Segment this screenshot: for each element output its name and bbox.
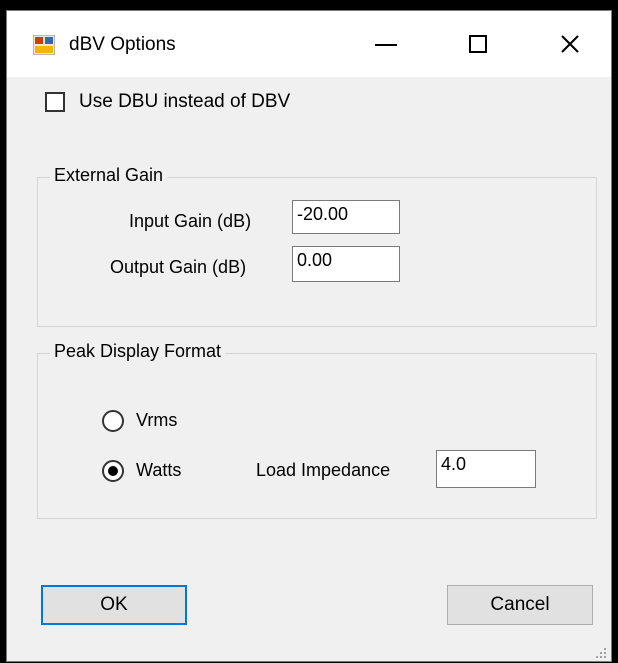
- external-gain-legend: External Gain: [50, 165, 168, 186]
- input-gain-label: Input Gain (dB): [129, 211, 252, 231]
- peak-display-group: Peak Display Format Vrms Watts Load Impe…: [37, 341, 597, 519]
- title-bar[interactable]: dBV Options: [7, 11, 611, 77]
- load-impedance-field[interactable]: 4.0: [436, 450, 536, 488]
- input-gain-field[interactable]: -20.00: [292, 200, 400, 234]
- external-gain-group: External Gain Input Gain (dB) -20.00 Out…: [37, 165, 597, 327]
- use-dbu-label[interactable]: Use DBU instead of DBV: [79, 91, 290, 113]
- close-icon: [561, 35, 579, 53]
- close-button[interactable]: [535, 11, 605, 77]
- output-gain-field[interactable]: 0.00: [292, 246, 400, 282]
- dialog-window: dBV Options Use DBU instead of DBV Exter…: [6, 10, 612, 662]
- maximize-button[interactable]: [443, 11, 513, 77]
- load-impedance-label: Load Impedance: [256, 460, 391, 480]
- resize-grip-icon[interactable]: [595, 647, 607, 659]
- watts-radio[interactable]: [102, 460, 124, 482]
- dialog-body: Use DBU instead of DBV External Gain Inp…: [7, 77, 611, 663]
- watts-label[interactable]: Watts: [136, 460, 181, 481]
- peak-display-legend: Peak Display Format: [50, 341, 226, 362]
- use-dbu-checkbox[interactable]: [45, 92, 65, 112]
- ok-button[interactable]: OK: [41, 585, 187, 625]
- maximize-icon: [469, 35, 487, 53]
- app-icon: [33, 35, 55, 55]
- vrms-label[interactable]: Vrms: [136, 410, 177, 431]
- use-dbu-option[interactable]: Use DBU instead of DBV: [45, 91, 290, 113]
- cancel-button[interactable]: Cancel: [447, 585, 593, 625]
- minimize-icon: [375, 44, 397, 46]
- output-gain-label: Output Gain (dB): [110, 257, 247, 277]
- window-title: dBV Options: [69, 34, 176, 55]
- radio-selected-dot: [108, 466, 118, 476]
- minimize-button[interactable]: [351, 11, 421, 77]
- vrms-radio[interactable]: [102, 410, 124, 432]
